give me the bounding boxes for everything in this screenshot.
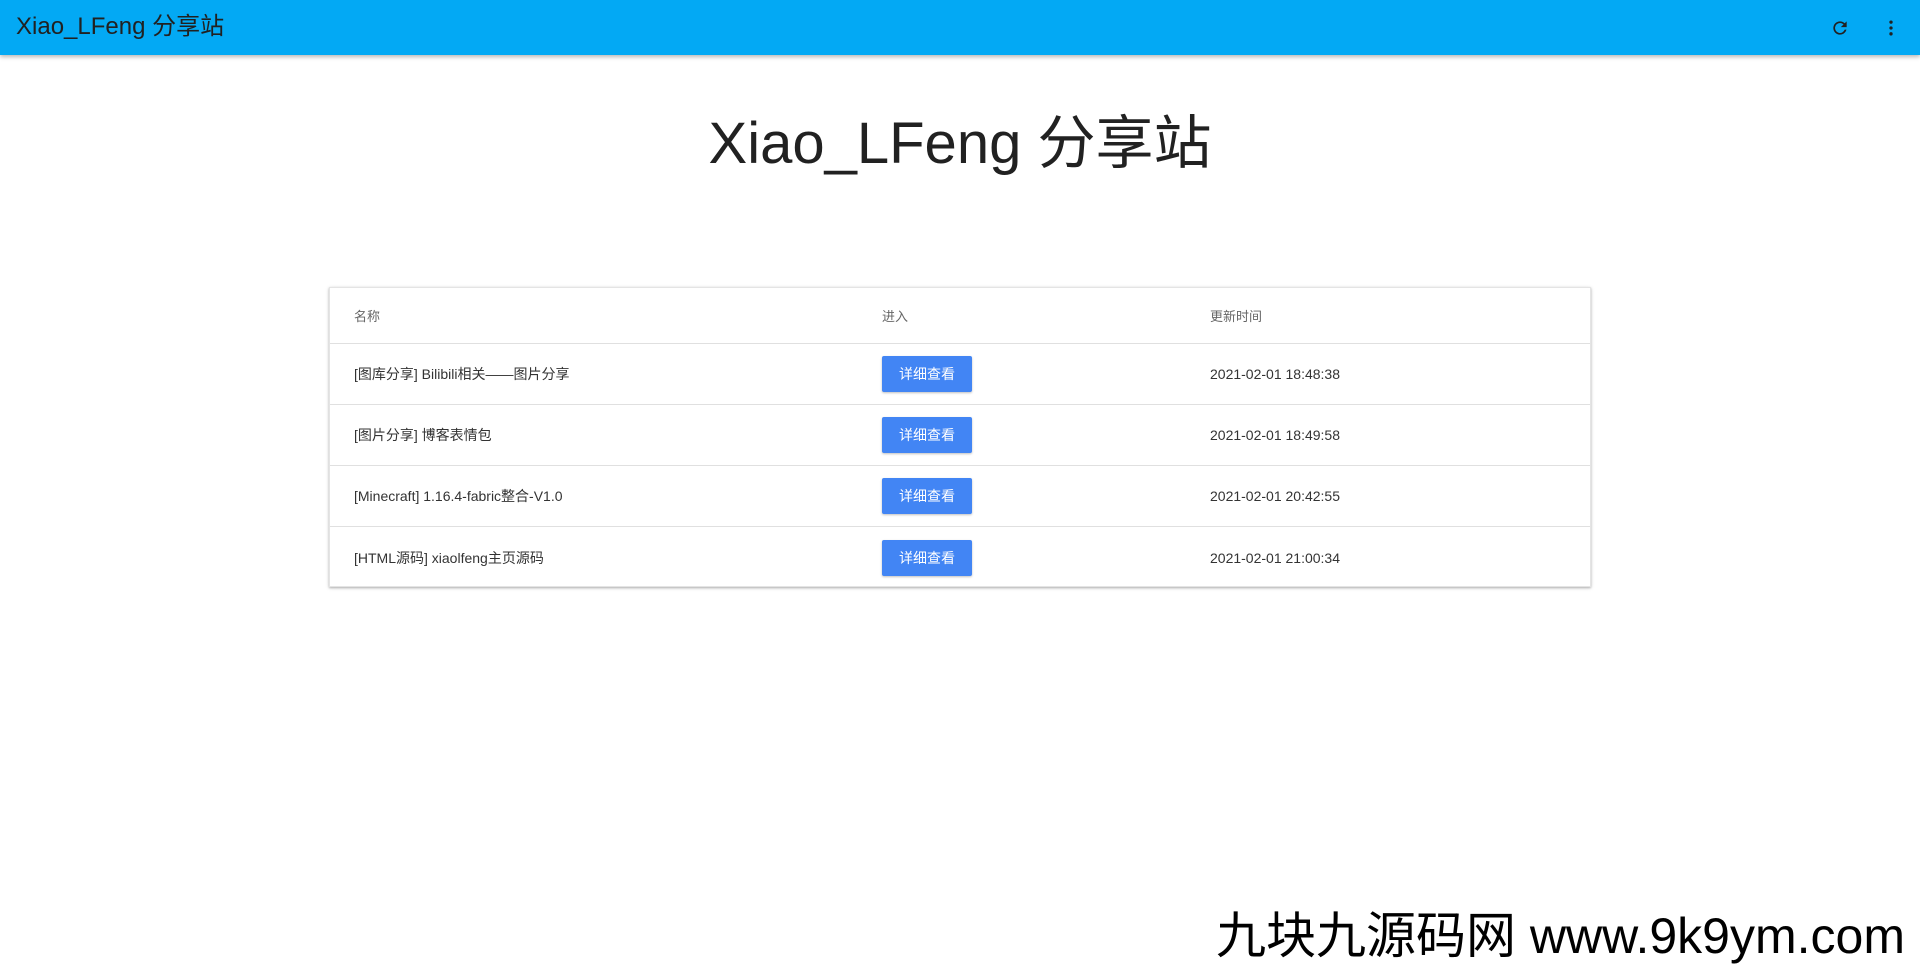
table-row: [Minecraft] 1.16.4-fabric整合-V1.0 详细查看 20… <box>330 466 1590 527</box>
row-update-time: 2021-02-01 18:48:38 <box>1210 366 1340 382</box>
header-name: 名称 <box>354 309 381 324</box>
app-bar: Xiao_LFeng 分享站 <box>0 0 1920 55</box>
share-table: 名称 进入 更新时间 [图库分享] Bilibili相关——图片分享 详细查看 … <box>329 287 1591 587</box>
row-name: [图库分享] Bilibili相关——图片分享 <box>354 366 570 382</box>
site-watermark: 九块九源码网 www.9k9ym.com <box>1216 908 1905 964</box>
more-options-button[interactable] <box>1875 12 1907 44</box>
detail-view-button[interactable]: 详细查看 <box>882 539 972 576</box>
detail-view-button[interactable]: 详细查看 <box>882 417 972 453</box>
app-bar-title: Xiao_LFeng 分享站 <box>16 13 225 40</box>
row-update-time: 2021-02-01 18:49:58 <box>1210 427 1340 443</box>
detail-view-button[interactable]: 详细查看 <box>882 478 972 514</box>
header-update-time: 更新时间 <box>1210 309 1263 324</box>
refresh-icon <box>1833 21 1847 35</box>
more-vert-icon <box>1889 20 1893 36</box>
refresh-button[interactable] <box>1824 12 1856 44</box>
table-row: [HTML源码] xiaolfeng主页源码 详细查看 2021-02-01 2… <box>330 527 1590 588</box>
row-name: [HTML源码] xiaolfeng主页源码 <box>354 549 544 566</box>
row-update-time: 2021-02-01 21:00:34 <box>1210 549 1340 566</box>
table-header: 名称 进入 更新时间 <box>330 288 1590 344</box>
page-title: Xiao_LFeng 分享站 <box>708 111 1212 176</box>
detail-view-button[interactable]: 详细查看 <box>882 356 972 392</box>
row-name: [图片分享] 博客表情包 <box>354 427 492 443</box>
row-name: [Minecraft] 1.16.4-fabric整合-V1.0 <box>354 488 563 504</box>
table-row: [图片分享] 博客表情包 详细查看 2021-02-01 18:49:58 <box>330 405 1590 466</box>
row-update-time: 2021-02-01 20:42:55 <box>1210 488 1340 504</box>
table-row: [图库分享] Bilibili相关——图片分享 详细查看 2021-02-01 … <box>330 344 1590 405</box>
header-enter: 进入 <box>882 309 909 324</box>
